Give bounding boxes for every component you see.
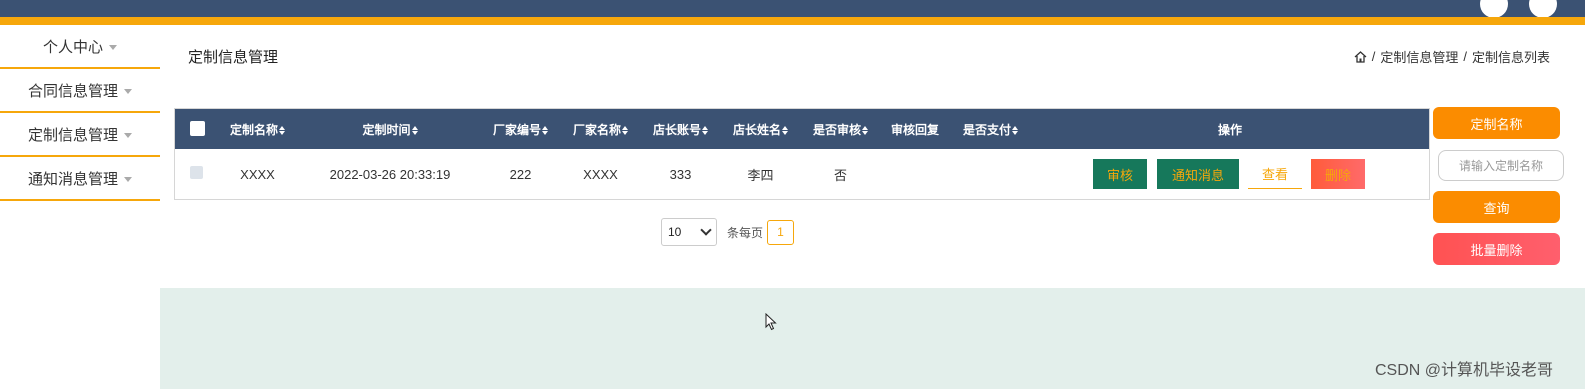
mouse-cursor-icon — [765, 312, 777, 336]
select-all-checkbox[interactable] — [190, 121, 205, 136]
chevron-down-icon — [124, 176, 132, 182]
page-size-value: 10 — [668, 225, 682, 239]
audit-button[interactable]: 审核 — [1093, 159, 1147, 189]
sort-icon — [702, 125, 708, 135]
data-table: 定制名称 定制时间 厂家编号 厂家名称 店长账号 店长姓名 是否审核 审核回复 … — [174, 108, 1430, 200]
watermark-text: CSDN @计算机毕设老哥 — [1374, 362, 1553, 379]
sort-icon — [862, 125, 868, 135]
column-header-time[interactable]: 定制时间 — [315, 121, 465, 138]
cell-manager: 李四 — [747, 167, 774, 183]
column-header-factory-no[interactable]: 厂家编号 — [483, 121, 558, 138]
column-header-actions: 操作 — [1217, 122, 1242, 137]
per-page-label: 条每页 — [727, 225, 764, 240]
user-avatar-icon[interactable] — [1480, 0, 1508, 18]
header-accent-stripe — [0, 17, 1585, 25]
view-button[interactable]: 查看 — [1248, 159, 1302, 189]
sidebar-item-contract[interactable]: 合同信息管理 — [0, 69, 160, 113]
breadcrumb-item[interactable]: 定制信息管理 — [1380, 47, 1458, 66]
chevron-down-icon — [124, 88, 132, 94]
batch-delete-button[interactable]: 批量删除 — [1433, 233, 1560, 265]
cell-time: 2022-03-26 20:33:19 — [329, 166, 451, 182]
cell-account: 333 — [669, 166, 692, 182]
sidebar-item-label: 定制信息管理 — [27, 126, 118, 144]
column-header-paid[interactable]: 是否支付 — [953, 121, 1028, 138]
chevron-down-icon — [700, 224, 712, 236]
sort-icon — [279, 125, 285, 135]
sidebar-item-label: 合同信息管理 — [27, 82, 118, 100]
page-size-select[interactable]: 10 — [661, 218, 717, 246]
sidebar-item-notifications[interactable]: 通知消息管理 — [0, 157, 160, 201]
home-icon[interactable] — [1354, 50, 1367, 63]
table-row: XXXX 2022-03-26 20:33:19 222 XXXX 333 李四… — [175, 149, 1429, 199]
sort-icon — [411, 125, 418, 135]
page-title: 定制信息管理 — [188, 49, 279, 66]
cell-factory-name: XXXX — [583, 166, 618, 182]
column-header-account[interactable]: 店长账号 — [643, 121, 718, 138]
sidebar-item-label: 通知消息管理 — [27, 170, 118, 188]
page-number-button[interactable]: 1 — [767, 219, 795, 245]
chevron-down-icon — [124, 132, 132, 138]
delete-button[interactable]: 删除 — [1311, 159, 1365, 189]
pagination: 10 条每页 1 — [661, 218, 795, 246]
sort-icon — [622, 125, 628, 135]
column-header-manager[interactable]: 店长姓名 — [723, 121, 798, 138]
column-header-factory-name[interactable]: 厂家名称 — [563, 121, 638, 138]
column-header-name[interactable]: 定制名称 — [215, 121, 300, 138]
content-footer-area — [160, 288, 1585, 389]
breadcrumb-item-current: 定制信息列表 — [1471, 50, 1550, 65]
sidebar-item-personal-center[interactable]: 个人中心 — [0, 25, 160, 69]
column-header-audit[interactable]: 是否审核 — [803, 121, 878, 138]
top-header-bar — [0, 0, 1585, 18]
breadcrumb: / 定制信息管理 / 定制信息列表 — [1354, 47, 1550, 66]
settings-icon[interactable] — [1529, 0, 1557, 18]
cell-factory-no: 222 — [509, 166, 532, 182]
sidebar: 个人中心 合同信息管理 定制信息管理 通知消息管理 — [0, 25, 160, 201]
search-field-label: 定制名称 — [1433, 107, 1560, 139]
cell-audit: 否 — [833, 167, 847, 183]
cell-name: XXXX — [240, 166, 275, 182]
sidebar-item-label: 个人中心 — [42, 38, 103, 56]
column-header-reply: 审核回复 — [890, 122, 939, 137]
notify-button[interactable]: 通知消息 — [1157, 159, 1239, 189]
table-header: 定制名称 定制时间 厂家编号 厂家名称 店长账号 店长姓名 是否审核 审核回复 … — [175, 109, 1429, 149]
query-button[interactable]: 查询 — [1433, 191, 1560, 223]
search-input[interactable]: 请输入定制名称 — [1438, 150, 1564, 181]
sort-icon — [542, 125, 548, 135]
row-checkbox[interactable] — [190, 166, 203, 179]
sort-icon — [1012, 125, 1018, 135]
chevron-down-icon — [109, 44, 117, 50]
sidebar-item-customization[interactable]: 定制信息管理 — [0, 113, 160, 157]
sort-icon — [782, 125, 788, 135]
